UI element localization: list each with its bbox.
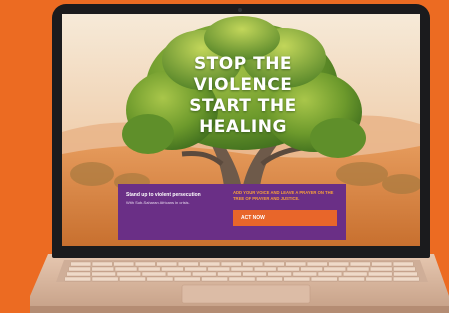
keyboard-key bbox=[292, 271, 317, 277]
keyboard-key bbox=[184, 266, 207, 272]
keyboard-key bbox=[253, 266, 277, 272]
keyboard-key bbox=[346, 266, 370, 272]
laptop-lid: STOP THE VIOLENCE START THE HEALING Stan… bbox=[52, 4, 430, 258]
webcam-icon bbox=[238, 8, 242, 12]
keyboard-key bbox=[141, 271, 167, 277]
keyboard-key bbox=[285, 261, 307, 267]
keyboard-key bbox=[207, 266, 231, 272]
keyboard-key bbox=[306, 261, 328, 267]
keyboard-key bbox=[91, 261, 113, 267]
keyboard-key bbox=[116, 271, 142, 277]
keyboard-key bbox=[91, 276, 119, 282]
keyboard-key bbox=[283, 276, 311, 282]
keyboard-key bbox=[134, 261, 156, 267]
keyboard-key bbox=[242, 261, 264, 267]
panel-heading: Stand up to violent persecution bbox=[126, 192, 201, 198]
keyboard-key bbox=[230, 266, 254, 272]
hero-headline: STOP THE VIOLENCE START THE HEALING bbox=[168, 54, 318, 138]
keyboard-key bbox=[242, 271, 267, 277]
keyboard bbox=[56, 260, 428, 282]
keyboard-key bbox=[392, 261, 414, 267]
keyboard-key bbox=[199, 261, 221, 267]
keyboard-key bbox=[166, 271, 192, 277]
keyboard-key bbox=[201, 276, 228, 282]
trackpad[interactable] bbox=[181, 284, 311, 304]
keyboard-key bbox=[368, 271, 393, 277]
keyboard-key bbox=[263, 261, 285, 267]
keyboard-key bbox=[393, 276, 420, 282]
keyboard-key bbox=[217, 271, 242, 277]
keyboard-key bbox=[119, 276, 146, 282]
keyboard-key bbox=[137, 266, 161, 272]
keyboard-key bbox=[146, 276, 174, 282]
keyboard-key bbox=[393, 271, 418, 277]
keyboard-key bbox=[173, 276, 201, 282]
keyboard-key bbox=[70, 261, 92, 267]
keyboard-key bbox=[161, 266, 184, 272]
laptop-screen: STOP THE VIOLENCE START THE HEALING Stan… bbox=[62, 14, 420, 246]
keyboard-key bbox=[370, 266, 393, 272]
keyboard-key bbox=[228, 276, 256, 282]
headline-line: VIOLENCE bbox=[193, 75, 293, 95]
panel-body: With Sub-Saharan Africans in crisis. bbox=[126, 200, 190, 205]
headline-line: STOP THE bbox=[193, 54, 293, 74]
page-background: STOP THE VIOLENCE START THE HEALING Stan… bbox=[0, 0, 449, 313]
keyboard-key bbox=[393, 266, 416, 272]
keyboard-key bbox=[64, 276, 91, 282]
keyboard-key bbox=[277, 266, 300, 272]
action-panel: Stand up to violent persecution With Sub… bbox=[118, 184, 346, 240]
keyboard-key bbox=[91, 266, 115, 272]
keyboard-key bbox=[365, 276, 393, 282]
keyboard-key bbox=[371, 261, 393, 267]
headline-line: START THE bbox=[189, 96, 297, 116]
keyboard-key bbox=[300, 266, 323, 272]
keyboard-key bbox=[192, 271, 217, 277]
keyboard-key bbox=[323, 266, 346, 272]
act-now-button[interactable]: ACT NOW bbox=[233, 210, 337, 226]
keyboard-key bbox=[114, 266, 138, 272]
keyboard-key bbox=[349, 261, 371, 267]
keyboard-key bbox=[328, 261, 350, 267]
keyboard-key bbox=[317, 271, 343, 277]
keyboard-key bbox=[68, 266, 91, 272]
keyboard-key bbox=[256, 276, 283, 282]
panel-intro: Stand up to violent persecution With Sub… bbox=[126, 192, 226, 207]
keyboard-key bbox=[343, 271, 368, 277]
keyboard-key bbox=[338, 276, 365, 282]
keyboard-key bbox=[310, 276, 338, 282]
panel-cta-text: ADD YOUR VOICE AND LEAVE A PRAYER ON THE… bbox=[233, 190, 334, 201]
headline-line: HEALING bbox=[199, 117, 287, 137]
keyboard-key bbox=[220, 261, 242, 267]
keyboard-key bbox=[113, 261, 135, 267]
keyboard-key bbox=[66, 271, 91, 277]
keyboard-key bbox=[156, 261, 178, 267]
keyboard-key bbox=[177, 261, 199, 267]
keyboard-key bbox=[91, 271, 116, 277]
keyboard-key bbox=[267, 271, 292, 277]
